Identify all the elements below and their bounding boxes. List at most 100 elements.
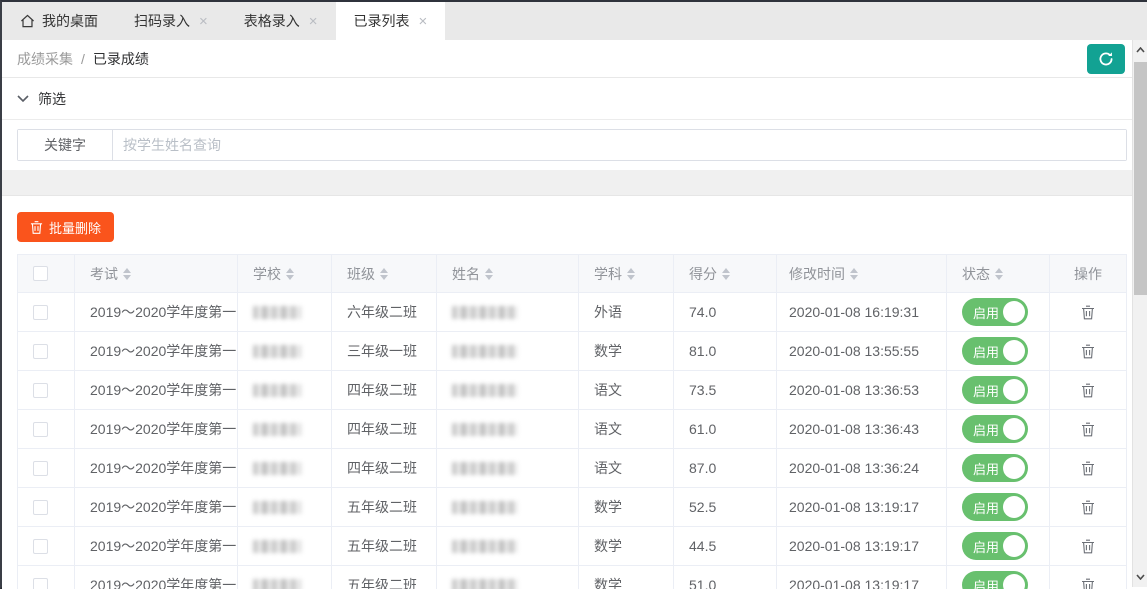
cell-school (238, 410, 332, 448)
section-divider (2, 170, 1147, 196)
tab-label: 扫码录入 (134, 11, 190, 31)
cell-text-exam: 2019～2020学年度第一... (90, 458, 238, 478)
delete-row-trash-icon[interactable] (1081, 344, 1095, 359)
status-toggle[interactable]: 启用 (962, 337, 1028, 365)
row-checkbox[interactable] (33, 578, 48, 589)
keyword-label: 关键字 (18, 130, 113, 160)
tab-表格录入[interactable]: 表格录入× (226, 2, 336, 40)
cell-score: 61.0 (674, 410, 777, 448)
delete-row-trash-icon[interactable] (1081, 422, 1095, 437)
row-checkbox[interactable] (33, 461, 48, 476)
breadcrumb-parent[interactable]: 成绩采集 (17, 49, 73, 69)
sort-carets-icon[interactable] (995, 268, 1003, 280)
status-toggle[interactable]: 启用 (962, 376, 1028, 404)
cell-score: 51.0 (674, 566, 777, 589)
close-icon[interactable]: × (309, 14, 318, 29)
sort-carets-icon[interactable] (485, 268, 493, 280)
cell-score: 87.0 (674, 449, 777, 487)
column-label: 学校 (253, 264, 281, 284)
sort-carets-icon[interactable] (850, 268, 858, 280)
status-label: 启用 (973, 342, 999, 361)
delete-row-trash-icon[interactable] (1081, 461, 1095, 476)
tab-我的桌面[interactable]: 我的桌面 (2, 2, 116, 40)
delete-row-trash-icon[interactable] (1081, 539, 1095, 554)
scroll-down-arrow-icon[interactable] (1133, 569, 1147, 585)
row-checkbox[interactable] (33, 500, 48, 515)
select-all-checkbox[interactable] (33, 266, 48, 281)
redacted-school (253, 462, 301, 475)
status-toggle[interactable]: 启用 (962, 298, 1028, 326)
scroll-up-arrow-icon[interactable] (1133, 42, 1147, 58)
redacted-name (452, 345, 518, 358)
filter-section-toggle[interactable]: 筛选 (2, 78, 1147, 120)
column-label: 状态 (962, 264, 990, 284)
redacted-name (452, 384, 518, 397)
header-cell-checkbox[interactable] (17, 255, 75, 292)
cell-status: 启用 (947, 410, 1050, 448)
sort-carets-icon[interactable] (380, 268, 388, 280)
refresh-button[interactable] (1087, 44, 1125, 74)
header-cell-subject[interactable]: 学科 (579, 255, 674, 292)
cell-clazz: 五年级二班 (332, 488, 437, 526)
vertical-scrollbar[interactable] (1132, 40, 1147, 587)
close-icon[interactable]: × (419, 14, 428, 29)
tab-扫码录入[interactable]: 扫码录入 × (116, 2, 226, 40)
status-toggle[interactable]: 启用 (962, 415, 1028, 443)
cell-text-clazz: 五年级二班 (347, 575, 417, 589)
delete-row-trash-icon[interactable] (1081, 305, 1095, 320)
toggle-knob (1003, 301, 1025, 323)
header-cell-exam[interactable]: 考试 (75, 255, 238, 292)
table-row: 2019～2020学年度第一...五年级二班数学51.02020-01-08 1… (17, 566, 1127, 589)
row-checkbox[interactable] (33, 383, 48, 398)
header-cell-name[interactable]: 姓名 (437, 255, 579, 292)
column-label: 班级 (347, 264, 375, 284)
row-checkbox[interactable] (33, 422, 48, 437)
chevron-down-icon (17, 95, 29, 103)
status-toggle[interactable]: 启用 (962, 532, 1028, 560)
sort-carets-icon[interactable] (286, 268, 294, 280)
sort-carets-icon[interactable] (627, 268, 635, 280)
header-cell-score[interactable]: 得分 (674, 255, 777, 292)
breadcrumb-separator: / (81, 51, 85, 67)
redacted-school (253, 345, 301, 358)
status-toggle[interactable]: 启用 (962, 571, 1028, 589)
trash-icon (30, 220, 43, 235)
header-cell-mtime[interactable]: 修改时间 (777, 255, 947, 292)
cell-text-mtime: 2020-01-08 13:19:17 (789, 538, 919, 554)
scrollbar-thumb[interactable] (1134, 62, 1147, 295)
table-row: 2019～2020学年度第一...四年级二班语文87.02020-01-08 1… (17, 449, 1127, 488)
redacted-name (452, 306, 518, 319)
sort-carets-icon[interactable] (722, 268, 730, 280)
status-toggle[interactable]: 启用 (962, 454, 1028, 482)
delete-row-trash-icon[interactable] (1081, 578, 1095, 589)
cell-name (437, 293, 579, 331)
redacted-school (253, 423, 301, 436)
keyword-input[interactable] (113, 130, 1126, 160)
cell-text-exam: 2019～2020学年度第一... (90, 302, 238, 322)
sort-carets-icon[interactable] (123, 268, 131, 280)
cell-op (1050, 449, 1127, 487)
close-icon[interactable]: × (199, 14, 208, 29)
app-window: { "colors": { "teal": "#12a293", "orange… (0, 0, 1147, 589)
row-checkbox[interactable] (33, 539, 48, 554)
header-cell-clazz[interactable]: 班级 (332, 255, 437, 292)
redacted-school (253, 384, 301, 397)
cell-clazz: 六年级二班 (332, 293, 437, 331)
cell-text-subject: 数学 (594, 575, 622, 589)
batch-delete-button[interactable]: 批量删除 (17, 212, 114, 242)
row-checkbox[interactable] (33, 305, 48, 320)
delete-row-trash-icon[interactable] (1081, 500, 1095, 515)
header-cell-school[interactable]: 学校 (238, 255, 332, 292)
cell-name (437, 527, 579, 565)
redacted-name (452, 462, 518, 475)
cell-clazz: 四年级二班 (332, 410, 437, 448)
cell-text-subject: 数学 (594, 536, 622, 556)
delete-row-trash-icon[interactable] (1081, 383, 1095, 398)
cell-mtime: 2020-01-08 13:36:43 (777, 410, 947, 448)
row-checkbox[interactable] (33, 344, 48, 359)
redacted-school (253, 501, 301, 514)
tab-已录列表[interactable]: 已录列表× (336, 2, 446, 40)
status-toggle[interactable]: 启用 (962, 493, 1028, 521)
header-cell-status[interactable]: 状态 (947, 255, 1050, 292)
cell-exam: 2019～2020学年度第一... (75, 371, 238, 409)
